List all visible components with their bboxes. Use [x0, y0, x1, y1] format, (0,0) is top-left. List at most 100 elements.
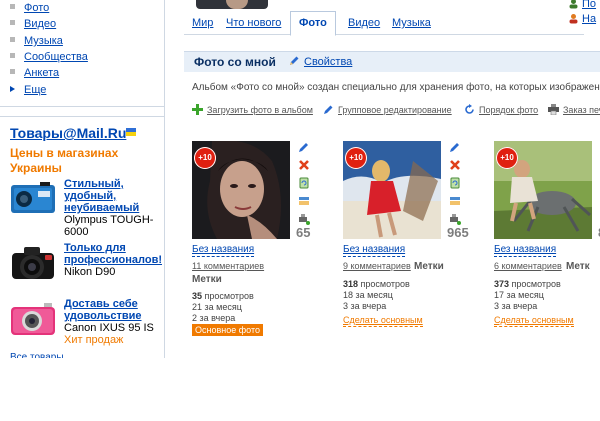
move-icon[interactable] [298, 195, 310, 207]
product-title-link[interactable]: Доставь себе удовольствие [64, 298, 164, 322]
group-edit-button[interactable]: Групповое редактирование [323, 104, 452, 115]
photo-title-link[interactable]: Без названия [343, 244, 406, 257]
print-icon[interactable] [449, 213, 461, 225]
sidebar-item-music[interactable]: Музыка [10, 34, 63, 48]
yesterday-views: 3 за вчера [343, 301, 387, 311]
sidebar-item-label[interactable]: Анкета [24, 67, 59, 79]
tags-link[interactable]: Метк [566, 261, 590, 272]
sidebar-item-profile[interactable]: Анкета [10, 66, 59, 80]
views-label: просмотров [360, 279, 410, 289]
rating-badge: +10 [194, 147, 216, 169]
tab-music[interactable]: Музыка [392, 17, 431, 29]
sidebar-item-photo[interactable]: Фото [10, 1, 49, 15]
bullet-icon [10, 37, 15, 42]
edit-icon[interactable] [298, 141, 310, 153]
photo-title-link[interactable]: Без названия [494, 244, 557, 257]
sidebar-item-label[interactable]: Сообщества [24, 51, 88, 63]
album-description: Альбом «Фото со мной» создан специально … [192, 82, 600, 93]
printer-icon [548, 104, 559, 115]
comments-link[interactable]: 9 комментариев [343, 261, 411, 271]
tags-link[interactable]: Метки [414, 261, 444, 272]
views-count: 35 [192, 291, 203, 301]
sidebar-item-video[interactable]: Видео [10, 17, 56, 31]
ukraine-flag-icon [126, 128, 136, 136]
print-order-button[interactable]: Заказ печ [548, 104, 600, 115]
person-icon [569, 14, 578, 24]
bullet-icon [10, 4, 15, 9]
right-link-top[interactable]: По [568, 0, 600, 11]
product-title-link[interactable]: Только для профессионалов! [64, 242, 164, 266]
sidebar-item-label[interactable]: Еще [24, 84, 46, 96]
views-label: просмотров [511, 279, 561, 289]
pencil-icon [324, 105, 333, 114]
photo-order-button[interactable]: Порядок фото [464, 104, 538, 115]
shop-widget: Товары@Mail.Ru Цены в магазинах Украины … [0, 116, 164, 358]
album-title: Фото со мной [194, 55, 276, 69]
tab-photo[interactable]: Фото [290, 11, 336, 36]
photo-count: 65 [296, 225, 311, 240]
compact-camera-pink-icon[interactable] [10, 298, 58, 340]
comments-link[interactable]: 6 комментариев [494, 261, 562, 271]
pencil-icon [290, 56, 299, 65]
album-header: Фото со мной Свойства [184, 51, 600, 72]
tags-link[interactable]: Метки [192, 274, 222, 285]
photo-card: +10 965 Без названия 9 комментариев Метк… [343, 141, 483, 341]
rotate-icon[interactable] [298, 177, 310, 189]
right-link-label: На [582, 13, 597, 25]
photo-card: +10 8 Без названия 6 комментариев Метк 3… [494, 141, 600, 341]
photo-tools [298, 141, 312, 231]
sidebar-item-label[interactable]: Фото [24, 2, 49, 14]
bullet-icon [10, 69, 15, 74]
arrow-right-icon [10, 86, 15, 92]
product-model: Nikon D90 [64, 266, 116, 278]
photo-order-label: Порядок фото [479, 105, 539, 115]
photo-card: +10 65 Без названия 11 комментариев Метк… [192, 141, 332, 341]
user-icon [569, 0, 578, 9]
right-link-label: По [582, 0, 597, 10]
compact-camera-blue-icon[interactable] [10, 178, 58, 220]
photo-stats: 373 просмотров 17 за месяц 3 за вчера [494, 279, 561, 312]
rotate-icon[interactable] [449, 177, 461, 189]
photo-stats: 35 просмотров 21 за месяц 2 за вчера [192, 291, 254, 324]
album-toolbar: Загрузить фото в альбом Групповое редакт… [192, 104, 600, 118]
all-goods-link[interactable]: Все товары [10, 350, 64, 358]
print-icon[interactable] [298, 213, 310, 225]
edit-icon[interactable] [449, 141, 461, 153]
album-properties[interactable]: Свойства [288, 55, 352, 68]
product-title-link[interactable]: Стильный, удобный, неубиваемый [64, 178, 164, 214]
views-count: 318 [343, 279, 359, 289]
tab-world[interactable]: Мир [192, 17, 213, 29]
tab-video[interactable]: Видео [348, 17, 380, 29]
album-properties-link[interactable]: Свойства [304, 56, 352, 68]
delete-icon[interactable] [298, 159, 310, 171]
print-order-label: Заказ печ [563, 105, 600, 115]
photo-title-link[interactable]: Без названия [192, 244, 255, 257]
set-main-photo-link[interactable]: Сделать основным [343, 315, 423, 327]
plus-icon [192, 104, 203, 115]
month-views: 17 за месяц [494, 290, 544, 300]
tab-whats-new[interactable]: Что нового [226, 17, 281, 29]
dslr-camera-black-icon[interactable] [10, 242, 58, 284]
sidebar-item-communities[interactable]: Сообщества [10, 50, 88, 64]
sidebar-item-label[interactable]: Музыка [24, 35, 63, 47]
right-link-bottom[interactable]: На [568, 13, 600, 26]
profile-photo-strip [196, 0, 268, 9]
photo-count: 965 [447, 225, 469, 240]
bullet-icon [10, 53, 15, 58]
move-icon[interactable] [449, 195, 461, 207]
sidebar-item-more[interactable]: Еще [10, 83, 46, 97]
bullet-icon [10, 20, 15, 25]
sidebar-nav: Фото Видео Музыка Сообщества Анкета Еще [0, 0, 164, 107]
main-content: Мир Что нового Фото Видео Музыка По На Ф… [176, 0, 600, 421]
comments-link[interactable]: 11 комментариев [192, 261, 264, 271]
sidebar-item-label[interactable]: Видео [24, 18, 56, 30]
upload-photo-button[interactable]: Загрузить фото в альбом [192, 104, 313, 115]
views-label: просмотров [204, 291, 254, 301]
rating-badge: +10 [345, 147, 367, 169]
photo-stats: 318 просмотров 18 за месяц 3 за вчера [343, 279, 410, 312]
delete-icon[interactable] [449, 159, 461, 171]
shop-title-link[interactable]: Товары@Mail.Ru [10, 125, 126, 141]
refresh-icon [465, 104, 474, 114]
yesterday-views: 2 за вчера [192, 313, 236, 323]
set-main-photo-link[interactable]: Сделать основным [494, 315, 574, 327]
